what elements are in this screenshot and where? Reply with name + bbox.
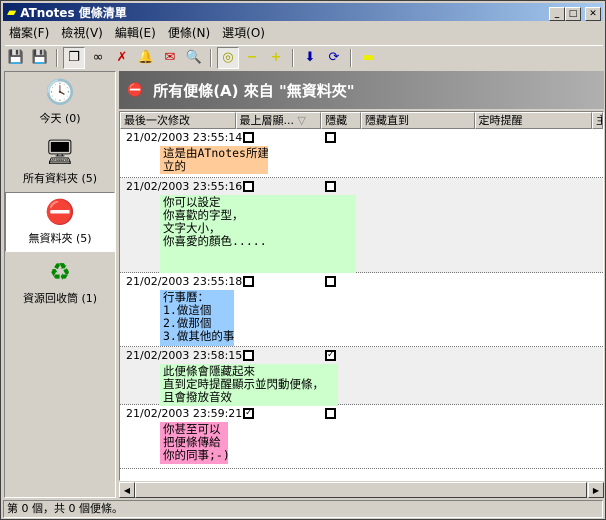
- clock-icon: 🕓: [45, 78, 75, 106]
- horizontal-scrollbar[interactable]: ◀ ▶: [119, 481, 604, 498]
- status-bar: 第 0 個，共 0 個便條。: [3, 500, 603, 518]
- page-title: 所有便條(A) 來自 "無資料夾": [153, 81, 355, 100]
- app-icon: ▰: [7, 5, 17, 19]
- scroll-left-icon[interactable]: ◀: [119, 482, 135, 498]
- column-topmost[interactable]: 最上層顯... ▽: [235, 112, 322, 129]
- note-preview[interactable]: 你可以設定 你喜歡的字型， 文字大小， 你喜愛的顏色.....: [160, 195, 356, 273]
- hidden-checkbox[interactable]: [325, 408, 336, 419]
- window-title: ATnotes 便條清單: [20, 5, 127, 20]
- plus-icon[interactable]: +: [265, 47, 287, 69]
- menu-view[interactable]: 檢視(V): [55, 24, 109, 41]
- glasses-icon[interactable]: ∞: [87, 47, 109, 69]
- bell-icon[interactable]: 🔔: [135, 47, 157, 69]
- hidden-checkbox[interactable]: [325, 181, 336, 192]
- column-modified[interactable]: 最後一次修改: [120, 112, 236, 129]
- import-icon[interactable]: 💾: [29, 47, 51, 69]
- note-preview[interactable]: 行事曆： 1.做這個 2.做那個 3.做其他的事: [160, 290, 234, 346]
- separator: [56, 48, 58, 67]
- sidebar-item-label: 無資料夾 (5): [28, 232, 92, 245]
- column-more[interactable]: 主: [592, 112, 603, 129]
- separator: [292, 48, 294, 67]
- minimize-button[interactable]: _: [549, 7, 565, 21]
- target-icon[interactable]: ◎: [217, 46, 239, 69]
- scroll-right-icon[interactable]: ▶: [588, 482, 604, 498]
- modified-time: 21/02/2003 23:55:14: [126, 131, 243, 144]
- table-row[interactable]: 21/02/2003 23:55:14 這是由ATnotes所建 立的: [120, 129, 603, 178]
- modified-time: 21/02/2003 23:55:18: [126, 275, 243, 288]
- column-header: 最後一次修改 最上層顯... ▽ 隱藏 隱藏直到 定時提醒 主: [120, 112, 603, 129]
- table-row[interactable]: 21/02/2003 23:55:18 行事曆： 1.做這個 2.做那個 3.做…: [120, 273, 603, 347]
- refresh-icon[interactable]: ⟳: [323, 47, 345, 69]
- minus-icon[interactable]: −: [241, 47, 263, 69]
- note-preview[interactable]: 你甚至可以 把便條傳給 你的同事;-): [160, 422, 228, 464]
- sidebar-item-recycle-bin[interactable]: ♻ 資源回收筒 (1): [5, 252, 115, 312]
- topmost-checkbox[interactable]: [243, 276, 254, 287]
- column-label: 最上層顯...: [239, 114, 295, 127]
- cascade-icon[interactable]: ❐: [63, 46, 85, 69]
- menu-bar: 檔案(F) 檢視(V) 編輯(E) 便條(N) 選項(O): [3, 22, 271, 42]
- sidebar-item-label: 所有資料夾 (5): [22, 172, 98, 185]
- recycle-bin-icon: ♻: [49, 258, 71, 286]
- send-icon[interactable]: ✉: [159, 47, 181, 69]
- sort-icon: ▽: [297, 114, 306, 127]
- sidebar-item-label: 今天 (0): [39, 112, 81, 125]
- separator: [350, 48, 352, 67]
- title-bar: ▰ ATnotes 便條清單 _ □ ✕: [3, 3, 603, 21]
- table-row[interactable]: 21/02/2003 23:55:16 你可以設定 你喜歡的字型， 文字大小， …: [120, 178, 603, 273]
- no-entry-icon: ⛔: [127, 82, 144, 98]
- folder-header: ⛔ 所有便條(A) 來自 "無資料夾": [119, 71, 604, 109]
- note-preview[interactable]: 此便條會隱藏起來 直到定時提醒顯示並閃動便條， 且會撥放音效: [160, 364, 338, 406]
- folder-icon[interactable]: ▬: [357, 47, 379, 69]
- menu-file[interactable]: 檔案(F): [3, 24, 55, 41]
- toolbar: 💾 💾 ❐ ∞ ✗ 🔔 ✉ 🔍 ◎ − + ⬇ ⟳ ▬: [5, 45, 603, 69]
- table-row[interactable]: 21/02/2003 23:58:15 ✓ 此便條會隱藏起來 直到定時提醒顯示並…: [120, 347, 603, 406]
- hidden-checkbox[interactable]: ✓: [325, 350, 336, 361]
- topmost-checkbox[interactable]: ✓: [243, 408, 254, 419]
- export-icon[interactable]: 💾: [5, 47, 27, 69]
- note-preview[interactable]: 這是由ATnotes所建 立的: [160, 146, 268, 174]
- column-hidden-until[interactable]: 隱藏直到: [361, 112, 475, 129]
- notes-list: 最後一次修改 最上層顯... ▽ 隱藏 隱藏直到 定時提醒 主 21/02/20…: [119, 111, 604, 481]
- topmost-checkbox[interactable]: [243, 350, 254, 361]
- topmost-checkbox[interactable]: [243, 181, 254, 192]
- table-row[interactable]: 21/02/2003 23:59:21 ✓ 你甚至可以 把便條傳給 你的同事;-…: [120, 405, 603, 469]
- hidden-checkbox[interactable]: [325, 132, 336, 143]
- down-arrow-icon[interactable]: ⬇: [299, 47, 321, 69]
- sidebar-item-label: 資源回收筒 (1): [22, 292, 98, 305]
- modified-time: 21/02/2003 23:55:16: [126, 180, 243, 193]
- search-icon[interactable]: 🔍: [183, 47, 205, 69]
- folder-sidebar: 🕓 今天 (0) 🖥 所有資料夾 (5) ⛔ 無資料夾 (5) ♻ 資源回收筒 (1): [4, 71, 116, 498]
- separator: [210, 48, 212, 67]
- scroll-thumb[interactable]: [135, 482, 587, 498]
- topmost-checkbox[interactable]: [243, 132, 254, 143]
- close-button[interactable]: ✕: [585, 7, 601, 21]
- no-entry-icon: ⛔: [45, 198, 75, 226]
- column-hidden[interactable]: 隱藏: [321, 112, 361, 129]
- computer-icon: 🖥: [44, 138, 76, 166]
- maximize-button[interactable]: □: [565, 7, 581, 21]
- sidebar-item-no-folder[interactable]: ⛔ 無資料夾 (5): [5, 192, 115, 252]
- column-reminder[interactable]: 定時提醒: [474, 112, 593, 129]
- modified-time: 21/02/2003 23:58:15: [126, 349, 243, 362]
- menu-note[interactable]: 便條(N): [162, 24, 216, 41]
- menu-edit[interactable]: 編輯(E): [109, 24, 162, 41]
- modified-time: 21/02/2003 23:59:21: [126, 407, 243, 420]
- hidden-checkbox[interactable]: [325, 276, 336, 287]
- menu-options[interactable]: 選項(O): [216, 24, 271, 41]
- sidebar-item-all-folders[interactable]: 🖥 所有資料夾 (5): [5, 132, 115, 192]
- hide-icon[interactable]: ✗: [111, 47, 133, 69]
- sidebar-item-today[interactable]: 🕓 今天 (0): [5, 72, 115, 132]
